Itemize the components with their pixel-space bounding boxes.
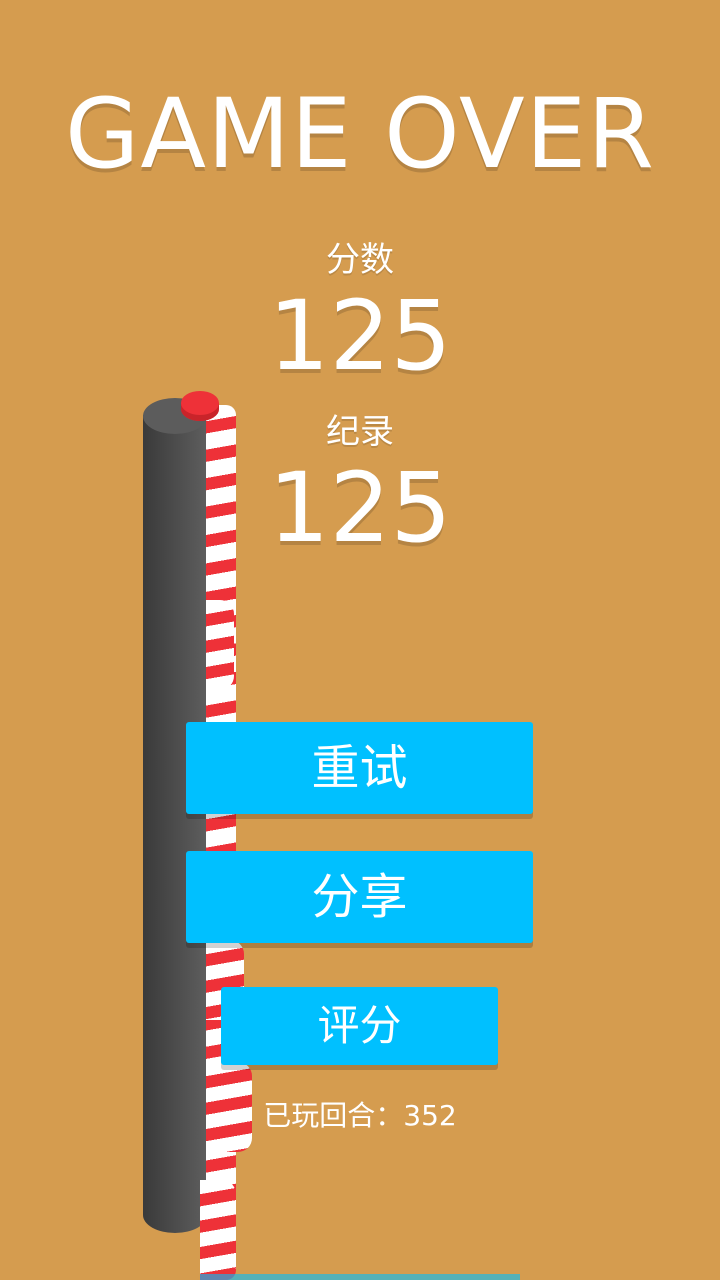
retry-button-label: 重试: [311, 740, 408, 796]
game-over-title: GAME OVER: [65, 78, 655, 190]
rounds-played-text: 已玩回合：352: [263, 1099, 457, 1132]
score-label: 分数: [326, 240, 394, 280]
rate-button-label: 评分: [317, 1001, 402, 1050]
share-button-label: 分享: [311, 869, 408, 925]
share-button[interactable]: 分享: [186, 851, 533, 943]
retry-button[interactable]: 重试: [186, 722, 533, 814]
tube-segment: [206, 600, 234, 690]
score-value: 125: [268, 280, 452, 392]
game-over-screen: GAME OVER 分数 125 纪录 125 重试 分享 评分 已玩回合：35…: [0, 0, 720, 1280]
rate-button[interactable]: 评分: [221, 987, 498, 1065]
record-value: 125: [268, 452, 452, 564]
record-label: 纪录: [326, 412, 394, 452]
bottom-button-edge: [200, 1274, 520, 1280]
tube-segment: [200, 1180, 236, 1280]
